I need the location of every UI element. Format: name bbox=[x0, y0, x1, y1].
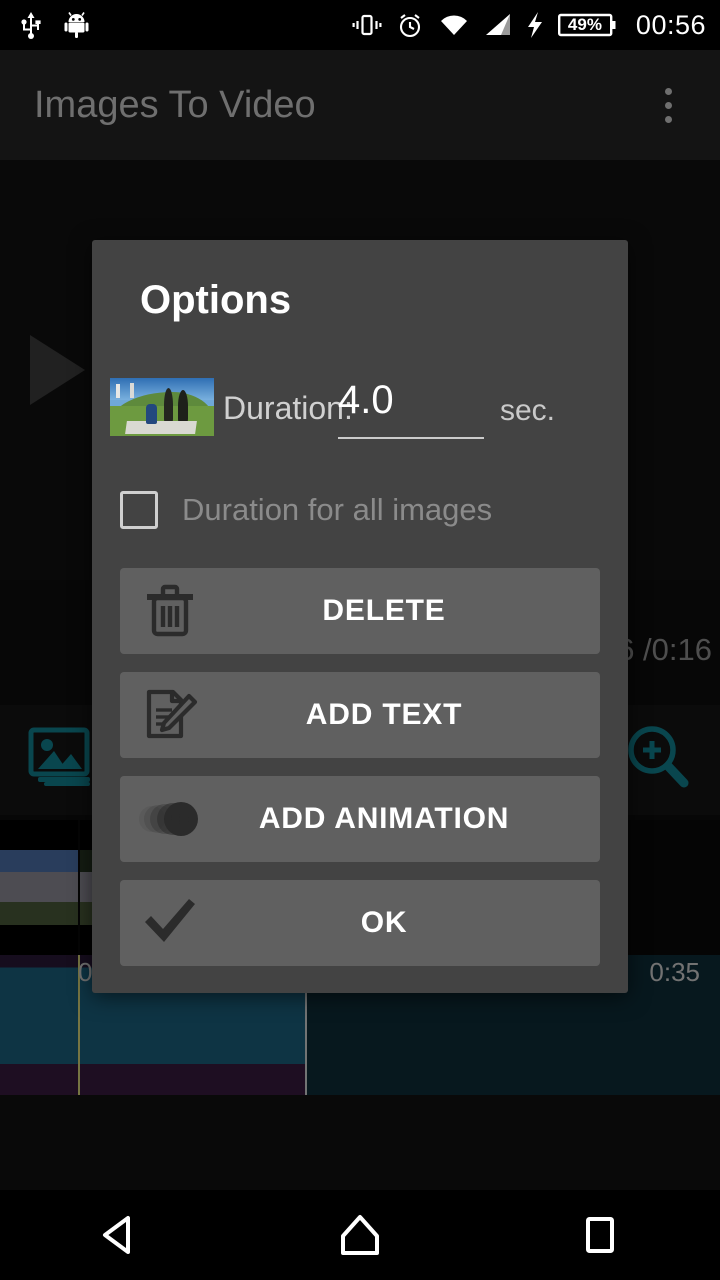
charging-bolt-icon bbox=[526, 11, 544, 39]
checkmark-icon bbox=[120, 896, 220, 950]
document-edit-icon bbox=[120, 686, 220, 744]
duration-unit-label: sec. bbox=[500, 394, 555, 428]
battery-percent-label: 49% bbox=[558, 11, 612, 38]
phone-screen: 49% 00:56 Images To Video 6 /0:16 bbox=[0, 0, 720, 1280]
vibrate-icon bbox=[352, 11, 382, 39]
add-animation-button-label: ADD ANIMATION bbox=[220, 802, 600, 836]
duration-row: Duration: sec. bbox=[92, 362, 628, 444]
checkbox-label: Duration for all images bbox=[182, 492, 492, 528]
options-dialog: Options Duration: sec. Duration for all … bbox=[92, 240, 628, 993]
motion-trail-icon bbox=[120, 795, 220, 843]
delete-button-label: DELETE bbox=[220, 594, 600, 628]
navigation-bar bbox=[0, 1190, 720, 1280]
status-clock: 00:56 bbox=[636, 10, 706, 41]
overflow-dot bbox=[665, 116, 672, 123]
duration-for-all-checkbox-row[interactable]: Duration for all images bbox=[92, 478, 628, 542]
android-debug-icon bbox=[64, 11, 89, 39]
dialog-title: Options bbox=[140, 278, 291, 323]
back-icon[interactable] bbox=[60, 1190, 180, 1280]
home-icon[interactable] bbox=[300, 1190, 420, 1280]
recents-icon[interactable] bbox=[540, 1190, 660, 1280]
overflow-dot bbox=[665, 88, 672, 95]
status-bar-left-icons bbox=[18, 11, 89, 39]
status-bar: 49% 00:56 bbox=[0, 0, 720, 50]
ok-button-label: OK bbox=[220, 906, 600, 940]
checkbox-icon[interactable] bbox=[120, 491, 158, 529]
duration-input-underline bbox=[338, 437, 484, 439]
delete-button[interactable]: DELETE bbox=[120, 568, 600, 654]
overflow-dot bbox=[665, 102, 672, 109]
alarm-icon bbox=[396, 11, 424, 39]
battery-icon: 49% bbox=[558, 11, 616, 39]
duration-input[interactable] bbox=[338, 378, 484, 423]
status-bar-right-icons: 49% 00:56 bbox=[352, 10, 706, 41]
add-text-button-label: ADD TEXT bbox=[220, 698, 600, 732]
ok-button[interactable]: OK bbox=[120, 880, 600, 966]
duration-label: Duration: bbox=[223, 390, 353, 427]
signal-icon bbox=[484, 11, 512, 39]
wifi-icon bbox=[438, 11, 470, 39]
add-animation-button[interactable]: ADD ANIMATION bbox=[120, 776, 600, 862]
trash-icon bbox=[120, 582, 220, 640]
app-bar: Images To Video bbox=[0, 50, 720, 160]
overflow-menu-icon[interactable] bbox=[644, 75, 692, 135]
add-text-button[interactable]: ADD TEXT bbox=[120, 672, 600, 758]
page-title: Images To Video bbox=[34, 84, 316, 127]
image-thumbnail[interactable] bbox=[110, 378, 214, 436]
usb-icon bbox=[18, 11, 44, 39]
